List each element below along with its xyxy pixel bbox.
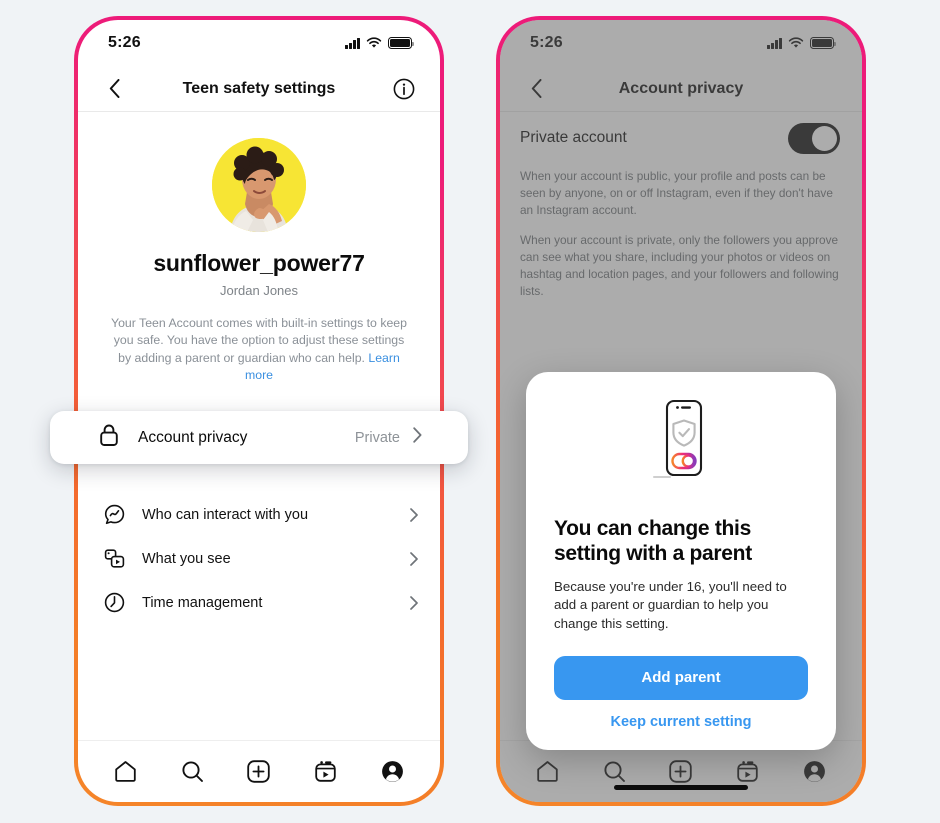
- phone-frame-left: 5:26 Teen safety settings sunflower_powe…: [50, 16, 468, 806]
- info-button[interactable]: [390, 75, 418, 103]
- settings-row-label: Who can interact with you: [142, 506, 309, 523]
- search-icon: [182, 761, 203, 782]
- status-time: 5:26: [530, 34, 563, 51]
- privacy-description: When your account is public, your profil…: [500, 164, 862, 300]
- private-account-label: Private account: [520, 129, 627, 146]
- chevron-left-icon: [531, 79, 541, 98]
- tab-create[interactable]: [239, 752, 279, 792]
- phone2-navbar: Account privacy: [500, 66, 862, 112]
- tab-profile[interactable]: [795, 752, 835, 792]
- settings-row-who-can-interact[interactable]: Who can interact with you: [78, 493, 440, 537]
- private-account-row: Private account: [500, 112, 862, 164]
- battery-full-icon: [388, 37, 414, 49]
- status-time: 5:26: [108, 34, 141, 51]
- settings-row-label: Time management: [142, 594, 263, 611]
- create-plus-icon: [669, 760, 693, 783]
- tab-profile[interactable]: [373, 752, 413, 792]
- user-avatar-photo: [212, 138, 306, 232]
- home-icon: [115, 761, 136, 782]
- chevron-left-icon: [109, 79, 119, 98]
- lock-icon: [98, 423, 120, 452]
- blurb-text: Your Teen Account comes with built-in se…: [111, 316, 407, 365]
- profile-fullname: Jordan Jones: [219, 283, 299, 298]
- signal-bars-icon: [767, 37, 782, 49]
- back-button[interactable]: [522, 75, 550, 103]
- home-indicator-bar: [614, 785, 748, 790]
- media-stack-icon: [102, 548, 126, 569]
- modal-illustration: [554, 398, 808, 490]
- search-icon: [604, 761, 625, 782]
- highlighted-row-value: Private: [354, 429, 400, 446]
- info-circle-icon: [393, 78, 415, 99]
- modal-body: Because you're under 16, you'll need to …: [554, 578, 787, 632]
- chevron-right-icon: [410, 551, 418, 566]
- reels-icon: [315, 761, 336, 782]
- settings-row-time-management[interactable]: Time management: [78, 581, 440, 625]
- wifi-icon: [788, 37, 804, 48]
- privacy-paragraph-2: When your account is private, only the f…: [520, 232, 839, 298]
- settings-row-label: What you see: [142, 550, 231, 567]
- page-title: Teen safety settings: [182, 79, 336, 97]
- wifi-icon: [366, 37, 382, 48]
- chevron-right-icon: [410, 507, 418, 522]
- screenshot-stage: 5:26 Teen safety settings sunflower_powe…: [0, 0, 940, 823]
- profile-blurb: Your Teen Account comes with built-in se…: [109, 315, 409, 385]
- phone-frame-right: 5:26 Account privacy Private account Whe…: [496, 16, 866, 806]
- phone2-status-bar: 5:26: [500, 20, 862, 66]
- avatar: [212, 138, 306, 232]
- profile-block: sunflower_power77 Jordan Jones Your Teen…: [78, 112, 440, 385]
- tab-search[interactable]: [172, 752, 212, 792]
- clock-icon: [102, 592, 126, 613]
- chat-bubble-icon: [102, 504, 126, 525]
- highlighted-row-account-privacy[interactable]: Account privacy Private: [50, 411, 468, 464]
- phone-shield-toggle-illustration: [653, 399, 703, 478]
- phone1-status-bar: 5:26: [78, 20, 440, 66]
- chevron-right-icon: [413, 427, 422, 448]
- change-setting-modal: You can change this setting with a paren…: [526, 372, 836, 750]
- reels-icon: [737, 761, 758, 782]
- phone2-screen: 5:26 Account privacy Private account Whe…: [500, 20, 862, 802]
- profile-username: sunflower_power77: [153, 250, 365, 276]
- chevron-right-icon: [410, 595, 418, 610]
- add-parent-button[interactable]: Add parent: [554, 655, 808, 700]
- phone1-tabbar: [78, 740, 440, 802]
- signal-bars-icon: [345, 37, 360, 49]
- keep-current-setting-button[interactable]: Keep current setting: [554, 714, 808, 730]
- modal-title: You can change this setting with a paren…: [554, 517, 752, 566]
- privacy-paragraph-1: When your account is public, your profil…: [520, 169, 833, 217]
- toggle-switch-on-icon[interactable]: [788, 122, 840, 154]
- battery-full-icon: [810, 37, 836, 49]
- tab-reels[interactable]: [306, 752, 346, 792]
- highlighted-row-label: Account privacy: [138, 428, 248, 446]
- profile-circle-icon: [382, 761, 403, 782]
- back-button[interactable]: [100, 75, 128, 103]
- tab-home[interactable]: [527, 752, 567, 792]
- settings-row-what-you-see[interactable]: What you see: [78, 537, 440, 581]
- home-icon: [537, 761, 558, 782]
- phone1-navbar: Teen safety settings: [78, 66, 440, 112]
- tab-home[interactable]: [105, 752, 145, 792]
- profile-circle-icon: [804, 761, 825, 782]
- page-title: Account privacy: [618, 79, 744, 97]
- create-plus-icon: [247, 760, 271, 783]
